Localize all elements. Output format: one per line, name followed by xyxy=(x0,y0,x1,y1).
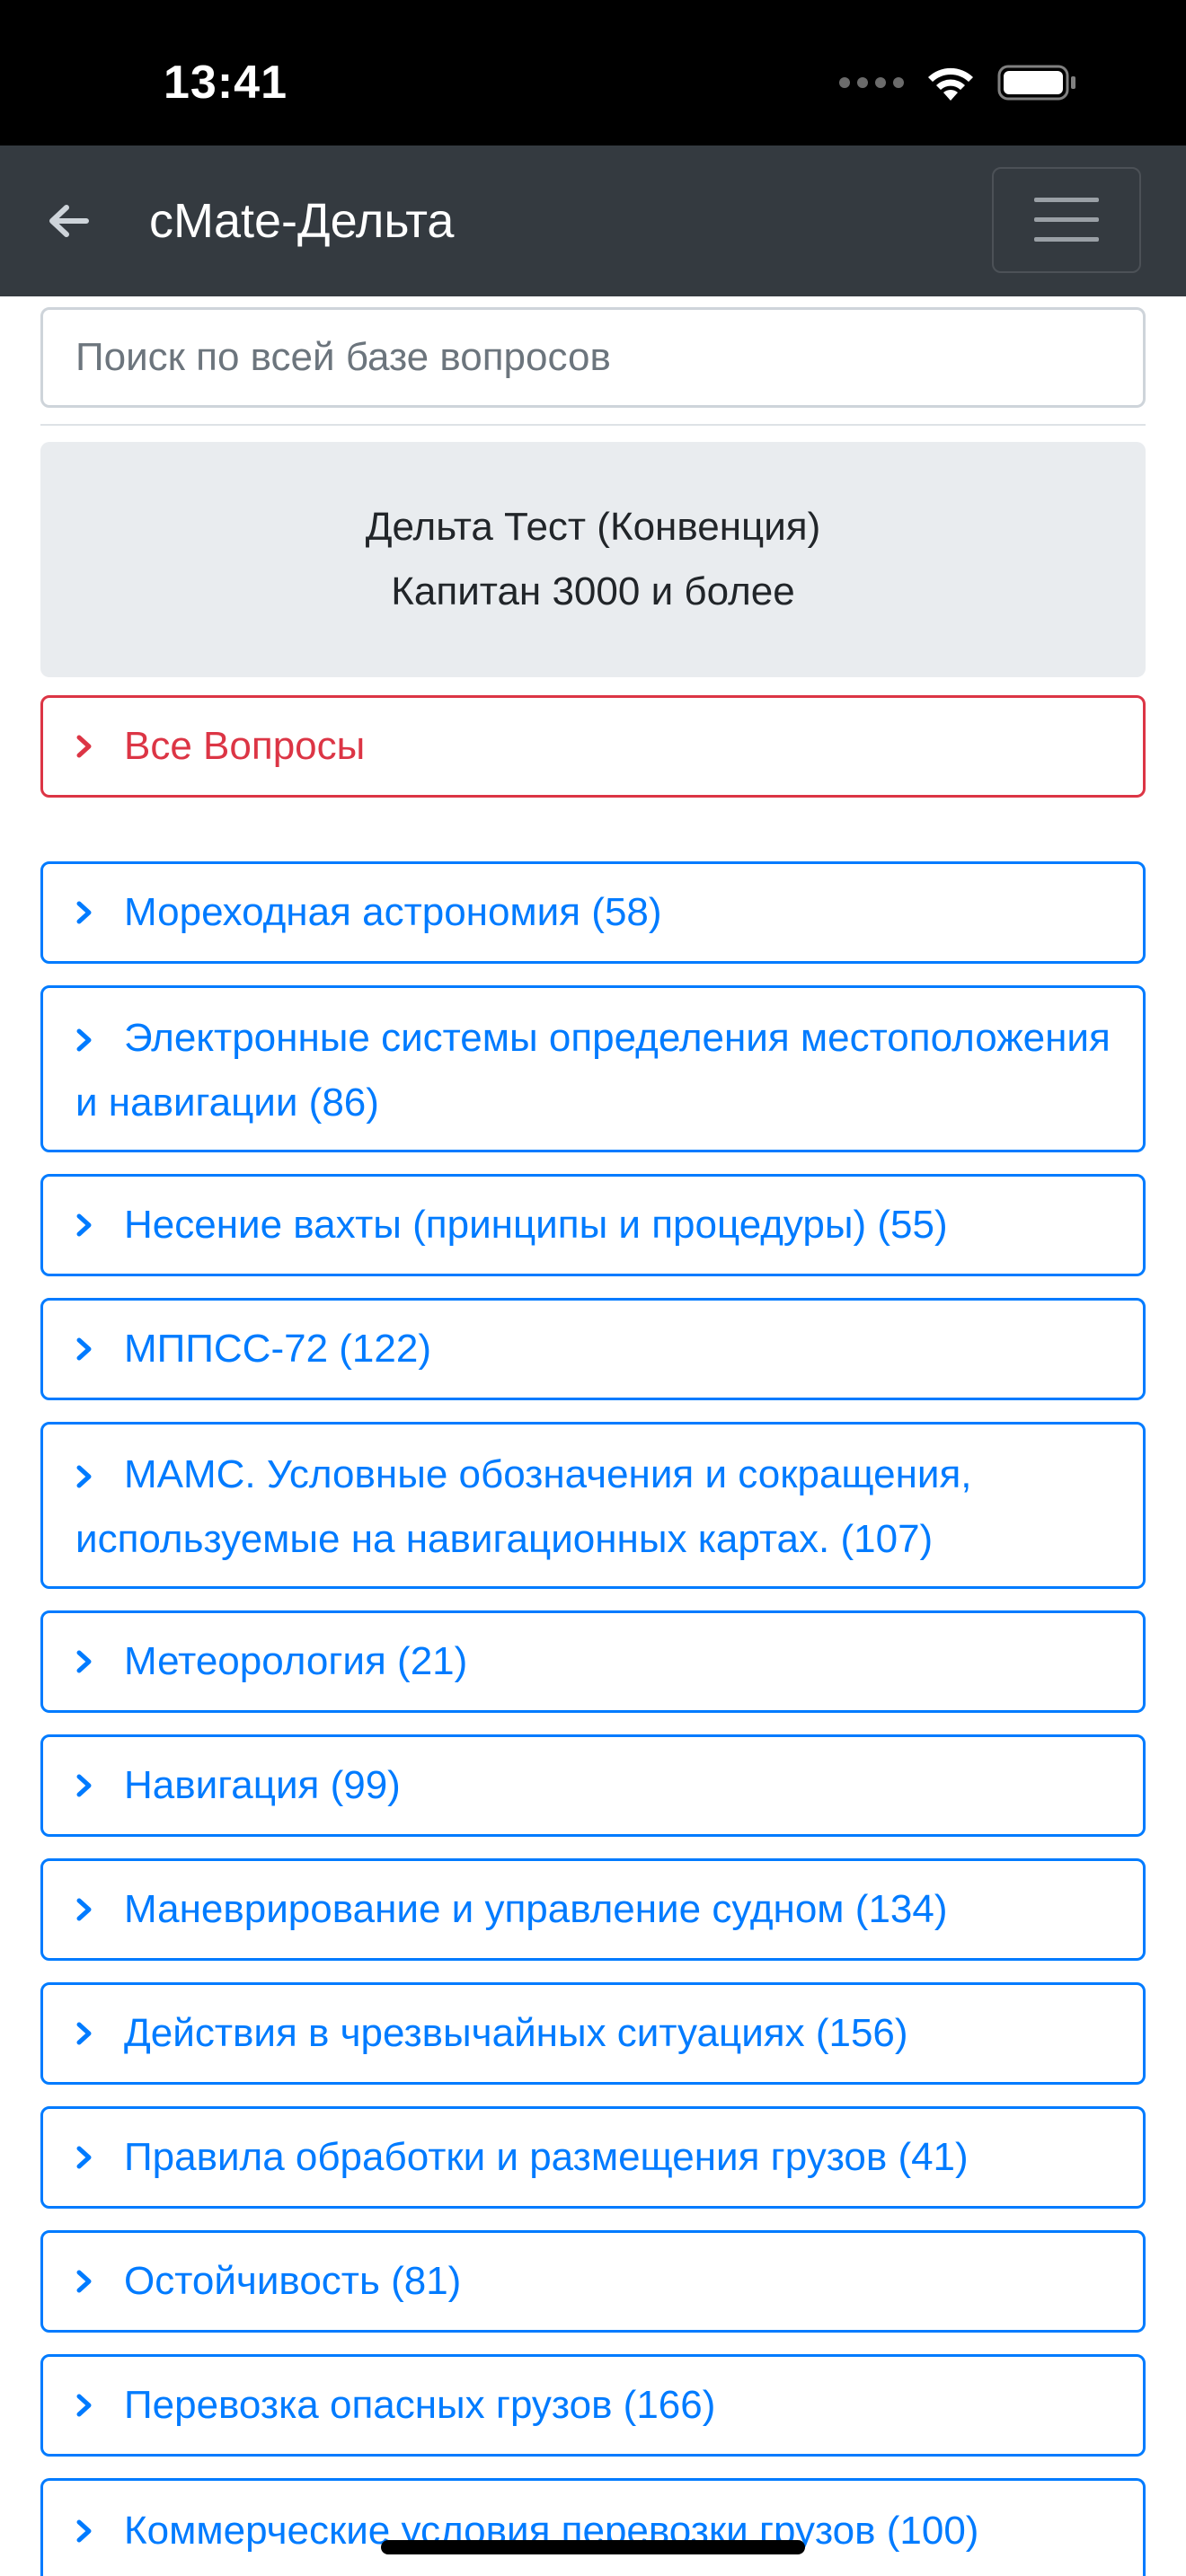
chevron-right-icon xyxy=(76,1028,92,1052)
category-item[interactable]: Действия в чрезвычайных ситуациях (156) xyxy=(40,1982,1146,2085)
divider xyxy=(40,424,1146,426)
search-input[interactable] xyxy=(40,307,1146,408)
category-label: МППСС-72 (122) xyxy=(124,1327,431,1371)
category-label: Навигация (99) xyxy=(124,1763,401,1807)
chevron-right-icon xyxy=(76,2270,92,2293)
category-label: Мореходная астрономия (58) xyxy=(124,890,662,934)
chevron-right-icon xyxy=(76,2519,92,2543)
category-item[interactable]: Метеорология (21) xyxy=(40,1610,1146,1713)
signal-icon xyxy=(839,77,904,88)
chevron-right-icon xyxy=(76,901,92,924)
chevron-right-icon xyxy=(76,1213,92,1237)
category-item[interactable]: Электронные системы определения местопол… xyxy=(40,985,1146,1152)
app-title: cMate-Дельта xyxy=(149,194,455,248)
status-time: 13:41 xyxy=(164,57,288,109)
chevron-right-icon xyxy=(76,1774,92,1797)
status-bar: 13:41 xyxy=(0,0,1186,146)
chevron-right-icon xyxy=(76,2146,92,2169)
test-info-card: Дельта Тест (Конвенция) Капитан 3000 и б… xyxy=(40,442,1146,677)
test-rank: Капитан 3000 и более xyxy=(391,569,795,613)
all-questions-button[interactable]: Все Вопросы xyxy=(40,695,1146,798)
app-navbar: cMate-Дельта xyxy=(0,146,1186,296)
chevron-right-icon xyxy=(76,2022,92,2045)
hamburger-icon xyxy=(1034,198,1099,242)
category-label: Правила обработки и размещения грузов (4… xyxy=(124,2135,969,2179)
battery-icon xyxy=(997,65,1075,101)
chevron-right-icon xyxy=(76,735,92,758)
back-button[interactable] xyxy=(36,189,101,253)
category-label: Действия в чрезвычайных ситуациях (156) xyxy=(124,2011,908,2055)
category-label: Перевозка опасных грузов (166) xyxy=(124,2383,716,2427)
category-item[interactable]: МАМС. Условные обозначения и сокращения,… xyxy=(40,1422,1146,1589)
home-indicator xyxy=(381,2540,805,2554)
category-label: Несение вахты (принципы и процедуры) (55… xyxy=(124,1203,948,1247)
category-item[interactable]: МППСС-72 (122) xyxy=(40,1298,1146,1400)
category-label: Метеорология (21) xyxy=(124,1639,468,1683)
status-icons xyxy=(839,63,1078,102)
category-item[interactable]: Остойчивость (81) xyxy=(40,2230,1146,2333)
test-name: Дельта Тест (Конвенция) xyxy=(365,505,821,549)
chevron-right-icon xyxy=(76,1898,92,1921)
wifi-icon xyxy=(928,67,973,101)
category-item[interactable]: Коммерческие условия перевозки грузов (1… xyxy=(40,2478,1146,2576)
category-item[interactable]: Правила обработки и размещения грузов (4… xyxy=(40,2106,1146,2209)
category-label: Остойчивость (81) xyxy=(124,2259,462,2303)
category-label: Маневрирование и управление судном (134) xyxy=(124,1887,948,1931)
chevron-right-icon xyxy=(76,1650,92,1673)
category-label: Электронные системы определения местопол… xyxy=(75,1016,1111,1125)
category-item[interactable]: Мореходная астрономия (58) xyxy=(40,861,1146,964)
chevron-right-icon xyxy=(76,1337,92,1361)
category-item[interactable]: Несение вахты (принципы и процедуры) (55… xyxy=(40,1174,1146,1276)
category-item[interactable]: Перевозка опасных грузов (166) xyxy=(40,2354,1146,2457)
chevron-right-icon xyxy=(76,2394,92,2417)
category-item[interactable]: Навигация (99) xyxy=(40,1734,1146,1837)
arrow-left-icon xyxy=(49,205,89,237)
menu-button[interactable] xyxy=(992,167,1141,273)
category-item[interactable]: Маневрирование и управление судном (134) xyxy=(40,1858,1146,1961)
chevron-right-icon xyxy=(76,1465,92,1488)
category-label: МАМС. Условные обозначения и сокращения,… xyxy=(75,1452,972,1561)
all-questions-label: Все Вопросы xyxy=(124,724,366,768)
